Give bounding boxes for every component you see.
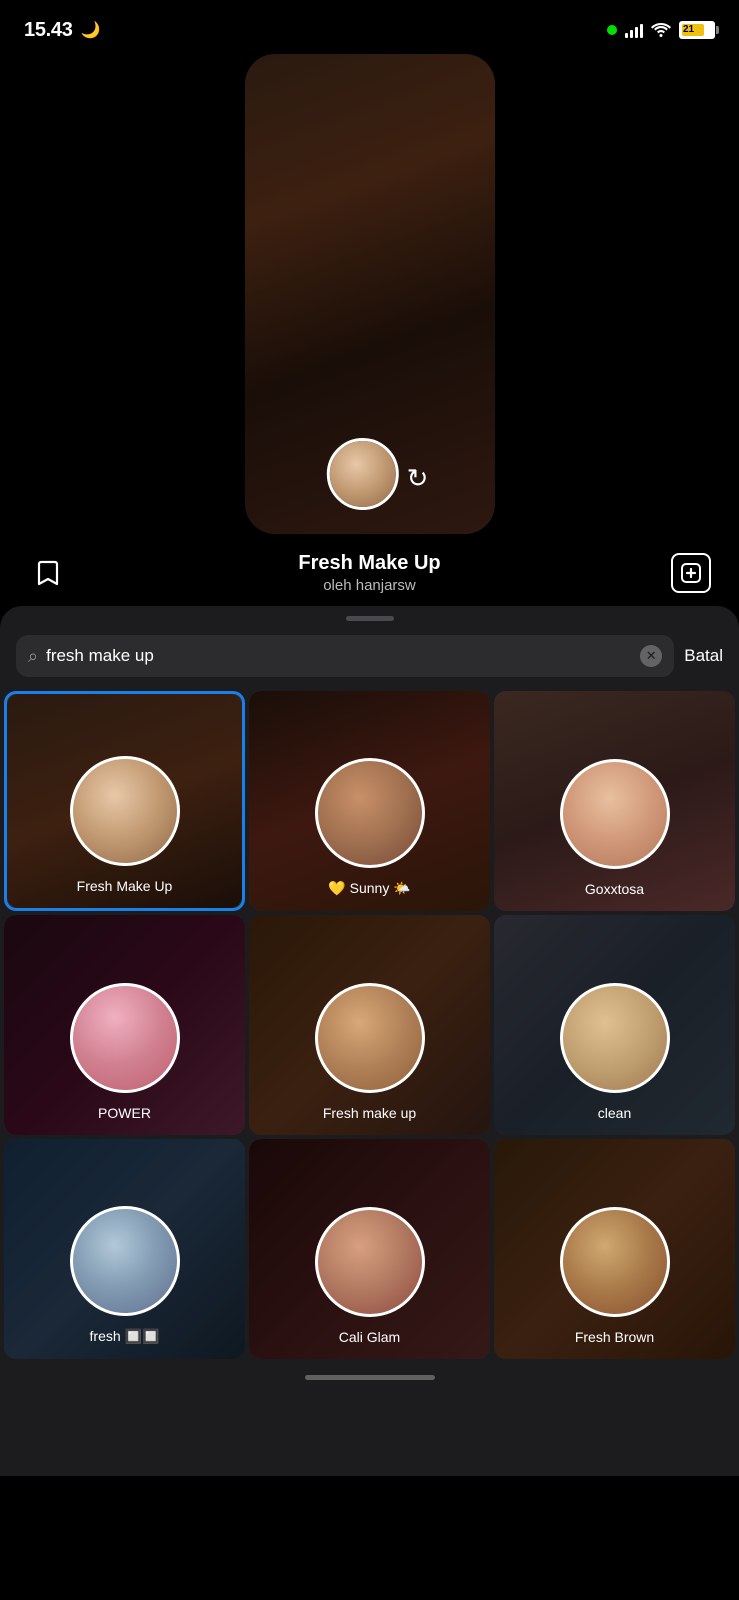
search-input-wrap[interactable]: ⌕ ✕ (16, 635, 674, 677)
filter-label-9: Fresh Brown (567, 1329, 662, 1345)
filter-card-1[interactable]: Fresh Make Up (4, 691, 245, 911)
drag-handle (346, 616, 394, 621)
author-prefix: oleh (323, 577, 356, 594)
filter-avatar-1 (70, 756, 180, 866)
filter-label-1: Fresh Make Up (69, 878, 181, 894)
home-indicator (305, 1375, 435, 1380)
status-bar: 15.43 🌙 21 (0, 0, 739, 54)
status-icons: 21 (607, 21, 715, 39)
filter-label-2: 💛 Sunny 🌤️ (320, 880, 418, 897)
filter-avatar-5 (315, 983, 425, 1093)
filter-card-7[interactable]: fresh 🔲🔲 (4, 1139, 245, 1359)
filter-card-6[interactable]: clean (494, 915, 735, 1135)
filter-avatar-6 (560, 983, 670, 1093)
filter-grid: Fresh Make Up 💛 Sunny 🌤️ Goxxtosa POWER Fres… (0, 691, 739, 1359)
camera-preview: ↻ (245, 54, 495, 534)
filter-card-9[interactable]: Fresh Brown (494, 1139, 735, 1359)
bottom-sheet: ⌕ ✕ Batal Fresh Make Up 💛 Sunny 🌤️ Goxxtos… (0, 606, 739, 1476)
author-name: hanjarsw (356, 577, 416, 594)
filter-label-7: fresh 🔲🔲 (82, 1328, 168, 1345)
filter-card-4[interactable]: POWER (4, 915, 245, 1135)
avatar-face (329, 441, 395, 507)
filter-title-center: Fresh Make Up oleh hanjarsw (298, 552, 440, 594)
filter-label-6: clean (590, 1105, 639, 1121)
camera-avatar (326, 438, 398, 510)
filter-avatar-3 (560, 759, 670, 869)
search-input[interactable] (46, 646, 632, 666)
filter-title-bar: Fresh Make Up oleh hanjarsw (0, 534, 739, 606)
camera-refresh-button[interactable]: ↻ (400, 460, 436, 496)
bookmark-button[interactable] (28, 553, 68, 593)
filter-avatar-7 (70, 1206, 180, 1316)
filter-avatar-4 (70, 983, 180, 1093)
wifi-icon (651, 23, 671, 37)
filter-name: Fresh Make Up (298, 552, 440, 575)
battery-icon: 21 (679, 21, 715, 39)
filter-avatar-9 (560, 1207, 670, 1317)
search-bar-row: ⌕ ✕ Batal (0, 635, 739, 691)
green-dot (607, 25, 617, 35)
filter-card-2[interactable]: 💛 Sunny 🌤️ (249, 691, 490, 911)
filter-label-3: Goxxtosa (577, 881, 652, 897)
filter-card-8[interactable]: Cali Glam (249, 1139, 490, 1359)
filter-avatar-8 (315, 1207, 425, 1317)
clear-icon: ✕ (646, 648, 657, 664)
signal-icon (625, 22, 643, 38)
cancel-button[interactable]: Batal (684, 646, 723, 666)
search-clear-button[interactable]: ✕ (640, 645, 662, 667)
moon-icon: 🌙 (81, 20, 101, 40)
filter-label-8: Cali Glam (331, 1329, 408, 1345)
filter-card-5[interactable]: Fresh make up (249, 915, 490, 1135)
search-icon: ⌕ (28, 646, 38, 667)
filter-label-4: POWER (90, 1105, 159, 1121)
filter-label-5: Fresh make up (315, 1105, 424, 1121)
filter-avatar-2 (315, 758, 425, 868)
filter-author: oleh hanjarsw (298, 577, 440, 594)
status-time: 15.43 (24, 19, 73, 42)
filter-card-3[interactable]: Goxxtosa (494, 691, 735, 911)
add-filter-button[interactable] (671, 553, 711, 593)
